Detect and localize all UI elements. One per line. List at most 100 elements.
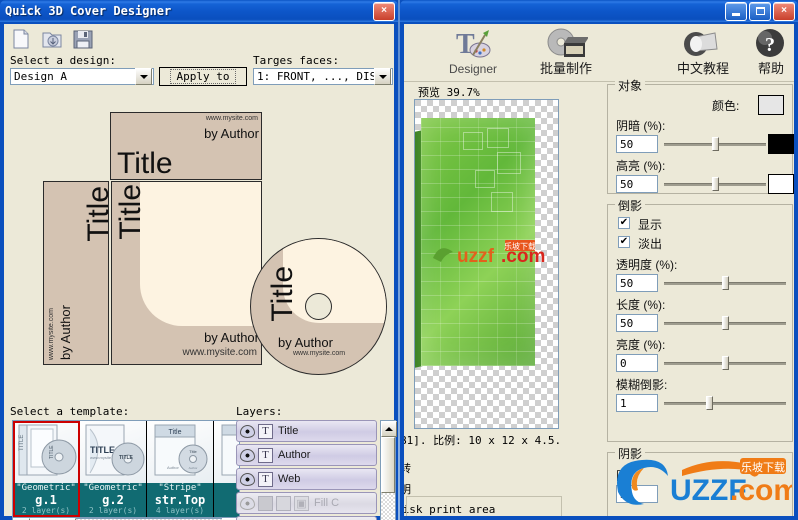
left-window-titlebar[interactable]: Quick 3D Cover Designer × xyxy=(0,0,398,22)
save-file-icon[interactable] xyxy=(72,28,94,50)
length-slider[interactable] xyxy=(664,316,786,330)
cover-face-top[interactable]: www.mysite.com by Author Title xyxy=(110,112,262,180)
template-item[interactable]: TITLE TITLE "Geometric" g.1 2 layer(s) xyxy=(13,421,80,517)
preview-label: 预览 39.7% xyxy=(418,86,480,99)
face-spine-web: www.mysite.com xyxy=(48,307,55,360)
layers-list[interactable]: T Title T Author T Web ▣ Fill C xyxy=(236,420,397,520)
box-decor-square xyxy=(487,128,509,148)
toolbar-batch-button[interactable]: 批量制作 xyxy=(529,26,603,76)
template-list[interactable]: TITLE TITLE "Geometric" g.1 2 layer(s) T… xyxy=(12,420,240,518)
show-reflection-checkbox[interactable]: ✔ xyxy=(618,217,630,229)
chevron-down-icon[interactable] xyxy=(374,68,391,85)
template-caption: "Stripe" str.Top 4 layer(s) xyxy=(147,483,213,517)
template-caption: "Geometric" g.2 2 layer(s) xyxy=(80,483,146,517)
cover-face-spine[interactable]: Title by Author www.mysite.com xyxy=(43,181,115,365)
design-dropdown[interactable]: Design A xyxy=(10,68,154,85)
svg-text:?: ? xyxy=(765,34,775,56)
right-window-client: T Designer 批量制作 中文教程 ? 帮助 预览 39.7% uzzf … xyxy=(404,24,794,516)
toolbar-batch-label: 批量制作 xyxy=(539,61,592,76)
open-file-icon[interactable] xyxy=(41,28,63,50)
opacity-label: 透明度 (%): xyxy=(616,258,678,272)
batch-icon xyxy=(529,26,603,62)
shadow-group-title: 阴影 xyxy=(615,445,646,462)
shadow-input[interactable]: 5 xyxy=(616,485,658,503)
template-layers: 4 layer(s) xyxy=(155,506,205,515)
scroll-up-button[interactable] xyxy=(381,421,397,437)
layer-row[interactable]: T Title xyxy=(236,420,377,442)
layer-row[interactable]: ▣ Fill B xyxy=(236,516,377,520)
new-file-icon[interactable] xyxy=(10,28,32,50)
minimize-button[interactable] xyxy=(725,1,747,21)
help-icon: ? xyxy=(734,26,794,62)
face-front-web: www.mysite.com xyxy=(182,347,257,358)
preview-canvas[interactable]: uzzf .com 乐坡下载 xyxy=(414,99,559,429)
shadow-group: 阴影 阴 5 xyxy=(607,445,793,516)
chevron-down-icon[interactable] xyxy=(135,68,152,85)
brightness-slider-thumb[interactable] xyxy=(722,356,729,370)
blur-slider[interactable] xyxy=(664,396,786,410)
opacity-slider-thumb[interactable] xyxy=(722,276,729,290)
brightness-input[interactable]: 0 xyxy=(616,354,658,372)
apply-to-button[interactable]: Apply to xyxy=(159,67,247,86)
left-close-button[interactable]: × xyxy=(373,1,395,21)
scroll-thumb[interactable] xyxy=(381,437,395,493)
close-button[interactable]: × xyxy=(773,1,795,21)
opacity-input[interactable]: 50 xyxy=(616,274,658,292)
info-line-rotate: 转 xyxy=(404,462,411,475)
maximize-button[interactable] xyxy=(749,1,771,21)
length-slider-thumb[interactable] xyxy=(722,316,729,330)
shade-label: 阴暗 (%): xyxy=(616,119,666,133)
highlight-color-swatch[interactable] xyxy=(768,174,794,194)
smooth-options-group: 平滑效果 xyxy=(406,496,562,516)
toolbar-designer-button[interactable]: T Designer xyxy=(436,26,510,76)
highlight-slider-thumb[interactable] xyxy=(712,177,719,191)
eye-visibility-icon[interactable] xyxy=(240,496,255,510)
highlight-input[interactable]: 50 xyxy=(616,175,658,193)
target-faces-dropdown[interactable]: 1: FRONT, ..., DISC xyxy=(253,68,393,85)
preview-watermark-logo: uzzf .com 乐坡下载 xyxy=(433,240,545,267)
layers-vertical-scrollbar[interactable] xyxy=(380,420,397,520)
right-window-titlebar[interactable]: × xyxy=(400,0,798,22)
image-layer-icon: ▣ xyxy=(294,495,309,511)
shade-color-swatch[interactable] xyxy=(768,134,794,154)
eye-visibility-icon[interactable] xyxy=(240,424,255,438)
cover-face-front[interactable]: Title by Author www.mysite.com xyxy=(111,181,262,365)
template-item[interactable]: Title Author Title Author "Stripe" str.T… xyxy=(147,421,214,517)
brightness-slider[interactable] xyxy=(664,356,786,370)
eye-visibility-icon[interactable] xyxy=(240,472,255,486)
disc-hole xyxy=(305,293,332,320)
toolbar-help-button[interactable]: ? 帮助 xyxy=(734,26,794,76)
blur-slider-thumb[interactable] xyxy=(706,396,713,410)
template-thumbnail: TITLE www.mysite TITLE xyxy=(80,421,146,483)
shade-slider[interactable] xyxy=(664,137,766,151)
eye-visibility-icon[interactable] xyxy=(240,448,255,462)
opacity-slider[interactable] xyxy=(664,276,786,290)
design-preview-canvas[interactable]: www.mysite.com by Author Title Title by … xyxy=(10,108,394,400)
checkmark-icon: ✔ xyxy=(619,217,629,228)
layer-row[interactable]: ▣ Fill C xyxy=(236,492,377,514)
template-code: str.Top xyxy=(154,493,206,507)
toolbar-designer-label: Designer xyxy=(448,62,498,76)
fade-reflection-checkbox[interactable]: ✔ xyxy=(618,236,630,248)
face-disc-title: Title xyxy=(266,266,299,322)
layer-row[interactable]: T Author xyxy=(236,444,377,466)
close-icon: × xyxy=(381,5,387,16)
object-color-swatch[interactable] xyxy=(758,95,784,115)
apply-to-label: Apply to xyxy=(169,69,237,84)
layer-row[interactable]: T Web xyxy=(236,468,377,490)
template-item[interactable]: TITLE www.mysite TITLE "Geometric" g.2 2… xyxy=(80,421,147,517)
cover-face-disc[interactable]: Title by Author www.mysite.com xyxy=(250,238,387,375)
length-input[interactable]: 50 xyxy=(616,314,658,332)
toolbar-tutorial-button[interactable]: 中文教程 xyxy=(666,26,740,76)
highlight-slider[interactable] xyxy=(664,177,766,191)
shadow-label: 阴 xyxy=(616,469,629,483)
blur-input[interactable]: 1 xyxy=(616,394,658,412)
right-window-controls: × xyxy=(725,1,795,21)
tutorial-icon xyxy=(666,26,740,62)
file-toolbar xyxy=(10,28,94,50)
shade-slider-thumb[interactable] xyxy=(712,137,719,151)
brightness-label: 亮度 (%): xyxy=(616,338,666,352)
shade-input[interactable]: 50 xyxy=(616,135,658,153)
template-code: g.1 xyxy=(35,493,57,507)
box-decor-square xyxy=(491,192,513,212)
